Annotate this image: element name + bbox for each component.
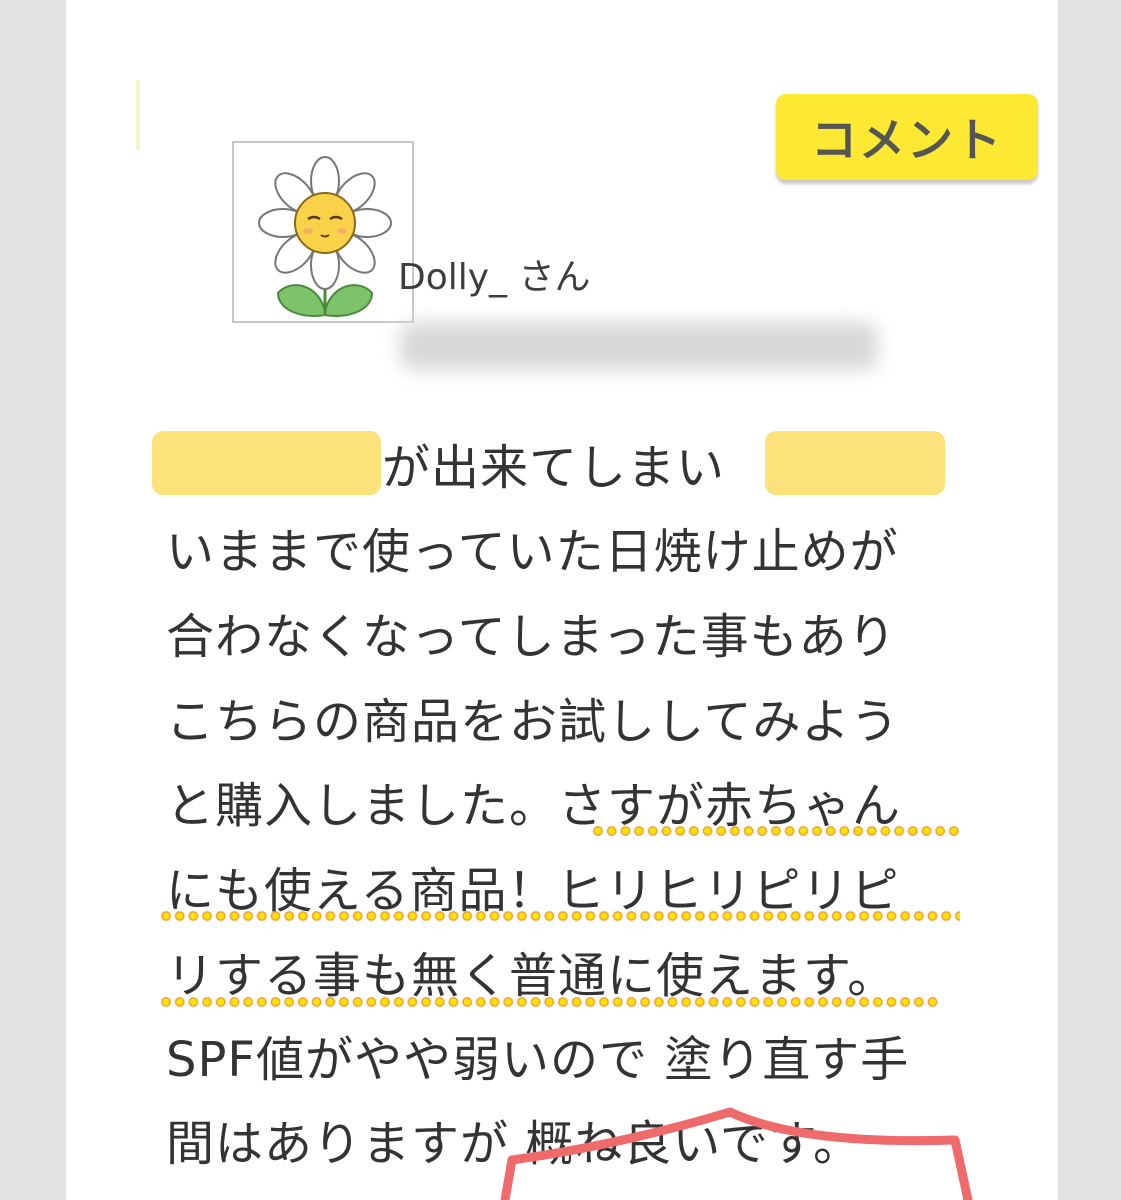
speech-bubble-outline — [500, 1107, 973, 1200]
